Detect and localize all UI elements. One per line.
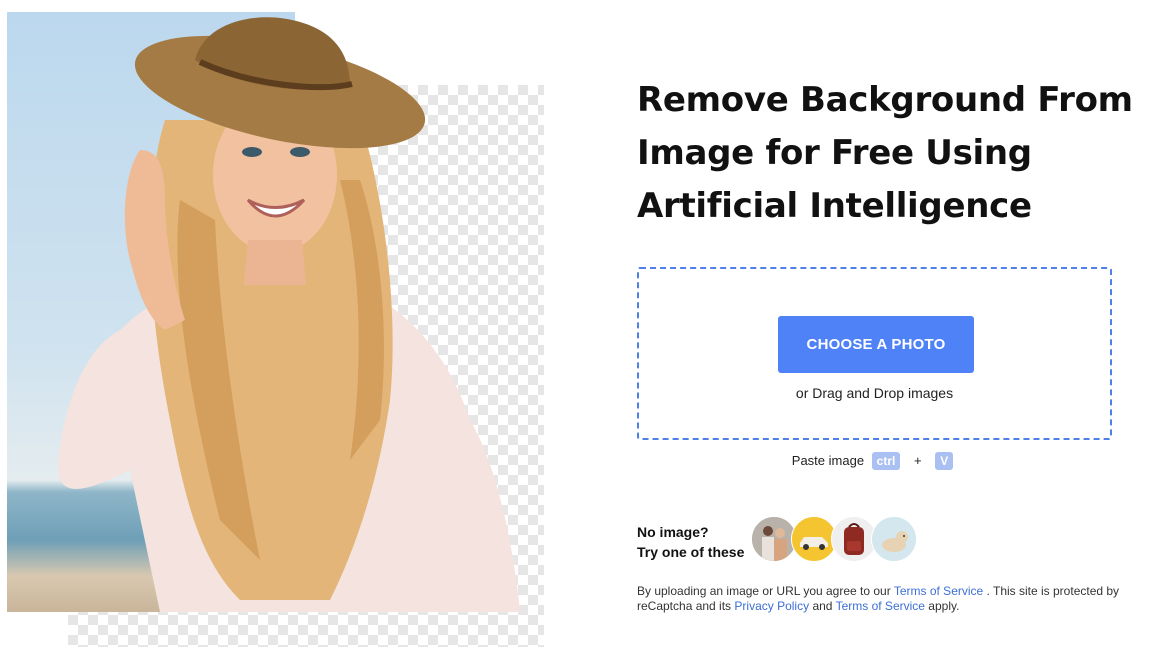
sample-prompt-line-1: No image? [637, 524, 709, 540]
title-line-2: Image for Free Using [637, 133, 1032, 173]
paste-hint: Paste image ctrl + V [637, 452, 1112, 470]
sample-dog[interactable] [871, 516, 917, 562]
page-title: Remove Background From Image for Free Us… [637, 74, 1137, 233]
image-dropzone[interactable]: CHOOSE A PHOTO or Drag and Drop images [637, 267, 1112, 440]
backpack-photo-icon [832, 517, 876, 561]
terms-of-service-link[interactable]: Terms of Service [894, 584, 983, 598]
sample-prompt-line-2: Try one of these [637, 544, 745, 560]
sample-images [751, 516, 921, 562]
privacy-policy-link[interactable]: Privacy Policy [734, 599, 809, 613]
car-photo-icon [792, 517, 836, 561]
choose-photo-button[interactable]: CHOOSE A PHOTO [778, 316, 974, 373]
woman-figure [58, 17, 520, 612]
terms-prefix: By uploading an image or URL you agree t… [637, 584, 891, 598]
terms-suffix: apply. [928, 599, 960, 613]
paste-label: Paste image [791, 453, 865, 468]
dog-photo-icon [872, 517, 916, 561]
terms-notice: By uploading an image or URL you agree t… [637, 584, 1137, 614]
terms-of-service-link-2[interactable]: Terms of Service [836, 599, 925, 613]
title-line-1: Remove Background From [637, 80, 1133, 120]
ctrl-key-badge: ctrl [871, 452, 901, 470]
hero-image [0, 0, 560, 665]
plus-sign: + [913, 453, 922, 468]
v-key-badge: V [935, 452, 954, 470]
title-line-3: Artificial Intelligence [637, 186, 1032, 226]
sample-prompt: No image? Try one of these [637, 522, 744, 562]
couple-photo-icon [752, 517, 796, 561]
drag-drop-hint: or Drag and Drop images [795, 385, 954, 401]
terms-and: and [812, 599, 833, 613]
